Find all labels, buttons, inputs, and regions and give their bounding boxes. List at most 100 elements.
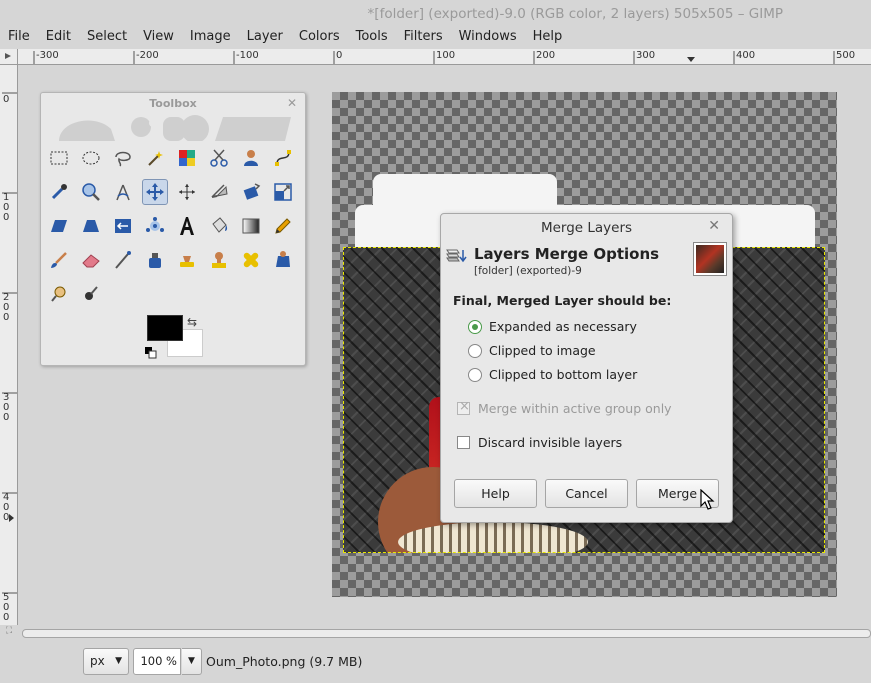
mypaint-brush-icon	[180, 256, 194, 267]
close-icon[interactable]: ✕	[708, 218, 720, 234]
cage-transform-tool[interactable]	[142, 213, 168, 239]
window-titlebar: *[folder] (exported)-9.0 (RGB color, 2 l…	[0, 0, 871, 28]
foreground-select-tool[interactable]	[238, 145, 264, 171]
eraser-tool[interactable]	[78, 247, 104, 273]
bucket-fill-tool[interactable]	[206, 213, 232, 239]
menu-view[interactable]: View	[135, 28, 182, 48]
ruler-label: -100	[236, 50, 259, 61]
radio-label: Expanded as necessary	[489, 319, 637, 334]
pencil-tool[interactable]	[270, 213, 296, 239]
zoom-input[interactable]: 100 %	[133, 648, 181, 675]
ellipse-select-tool[interactable]	[78, 145, 104, 171]
flip-tool[interactable]	[110, 213, 136, 239]
fg-bg-color-area[interactable]: ⇆	[145, 315, 203, 359]
scrollbar-thumb[interactable]	[22, 629, 871, 638]
wilber-drop-area[interactable]	[55, 115, 295, 141]
ruler-label: 0	[336, 50, 343, 61]
zoom-dropdown-button[interactable]: ▼	[182, 648, 202, 675]
menu-layer[interactable]: Layer	[239, 28, 291, 48]
checkbox-label: Merge within active group only	[478, 401, 672, 416]
shear-tool[interactable]	[46, 213, 72, 239]
radio-clipped-bottom[interactable]: Clipped to bottom layer	[468, 367, 637, 382]
toolbox-title: Toolbox	[149, 97, 197, 110]
radio-button[interactable]	[468, 343, 482, 358]
cage-icon	[146, 217, 164, 232]
clone-stamp-icon	[212, 252, 226, 268]
magnifier-icon	[82, 183, 100, 201]
smudge-tool[interactable]	[78, 281, 104, 307]
align-tool[interactable]	[174, 179, 200, 205]
ink-tool[interactable]	[142, 247, 168, 273]
measure-tool[interactable]	[110, 179, 136, 205]
flip-icon	[115, 219, 131, 233]
close-icon[interactable]: ✕	[287, 96, 297, 110]
select-by-color-tool[interactable]	[174, 145, 200, 171]
unit-select[interactable]: px ▼	[83, 648, 129, 675]
radio-button[interactable]	[468, 367, 482, 382]
move-tool[interactable]	[142, 179, 168, 205]
ruler-label: 500	[3, 592, 10, 623]
menu-colors[interactable]: Colors	[291, 28, 348, 48]
mypaint-brush-tool[interactable]	[174, 247, 200, 273]
merge-layers-dialog[interactable]: Merge Layers ✕ Layers Merge Options [fol…	[440, 213, 733, 523]
blend-tool[interactable]	[238, 213, 264, 239]
menu-windows[interactable]: Windows	[451, 28, 525, 48]
move-icon	[146, 183, 164, 201]
color-picker-tool[interactable]	[46, 179, 72, 205]
ellipse-select-icon	[82, 151, 100, 165]
vertical-ruler[interactable]: 0 100 200 300 400 500	[0, 65, 18, 625]
menu-filters[interactable]: Filters	[396, 28, 451, 48]
menu-help[interactable]: Help	[525, 28, 571, 48]
fuzzy-select-tool[interactable]	[142, 145, 168, 171]
ruler-label: 200	[536, 50, 556, 61]
rect-select-tool[interactable]	[46, 145, 72, 171]
swap-colors-icon[interactable]: ⇆	[187, 315, 197, 329]
ruler-label: 500	[836, 50, 856, 61]
menu-bar: File Edit Select View Image Layer Colors…	[0, 28, 871, 48]
paths-tool[interactable]	[270, 145, 296, 171]
scale-tool[interactable]	[270, 179, 296, 205]
radio-expanded[interactable]: Expanded as necessary	[468, 319, 637, 334]
dodge-burn-tool[interactable]	[46, 281, 72, 307]
discard-invisible-checkbox[interactable]: Discard invisible layers	[457, 435, 622, 450]
vertical-ruler-ticks	[2, 92, 17, 594]
menu-tools[interactable]: Tools	[348, 28, 396, 48]
paths-icon	[275, 150, 291, 166]
cancel-button[interactable]: Cancel	[545, 479, 628, 508]
dodge-burn-icon	[51, 286, 66, 302]
heal-tool[interactable]	[238, 247, 264, 273]
merge-within-group-checkbox: Merge within active group only	[457, 399, 672, 416]
align-icon	[179, 184, 195, 200]
menu-select[interactable]: Select	[79, 28, 135, 48]
menu-edit[interactable]: Edit	[38, 28, 79, 48]
perspective-tool[interactable]	[78, 213, 104, 239]
navigate-corner-icon[interactable]: ⛶	[0, 626, 18, 640]
toolbox-window[interactable]: Toolbox ✕ ⇆	[40, 92, 306, 366]
airbrush-tool[interactable]	[110, 247, 136, 273]
radio-button[interactable]	[468, 319, 482, 334]
foreground-color-swatch[interactable]	[147, 315, 183, 341]
scissors-select-tool[interactable]	[206, 145, 232, 171]
free-select-tool[interactable]	[110, 145, 136, 171]
unified-transform-tool[interactable]	[238, 179, 264, 205]
layers-merge-icon	[446, 249, 467, 263]
menu-file[interactable]: File	[0, 28, 38, 48]
text-tool[interactable]	[174, 213, 200, 239]
clone-tool[interactable]	[206, 247, 232, 273]
status-bar: px ▼ 100 % ▼ Oum_Photo.png (9.7 MB)	[0, 640, 871, 683]
horizontal-scrollbar[interactable]	[19, 626, 871, 640]
quick-mask-corner-button[interactable]	[0, 49, 18, 65]
help-button[interactable]: Help	[454, 479, 537, 508]
radio-clipped-image[interactable]: Clipped to image	[468, 343, 596, 358]
paintbrush-tool[interactable]	[46, 247, 72, 273]
ruler-label: 400	[736, 50, 756, 61]
crop-tool[interactable]	[206, 179, 232, 205]
zoom-tool[interactable]	[78, 179, 104, 205]
menu-image[interactable]: Image	[182, 28, 239, 48]
horizontal-ruler[interactable]: -300 -200 -100 0 100 200 300 400 500	[18, 49, 871, 65]
dropdown-arrow-icon: ▼	[115, 656, 122, 666]
checkbox[interactable]	[457, 436, 470, 449]
reset-colors-icon[interactable]	[145, 347, 157, 359]
paintbrush-icon	[51, 252, 67, 268]
scale-icon	[274, 183, 292, 201]
